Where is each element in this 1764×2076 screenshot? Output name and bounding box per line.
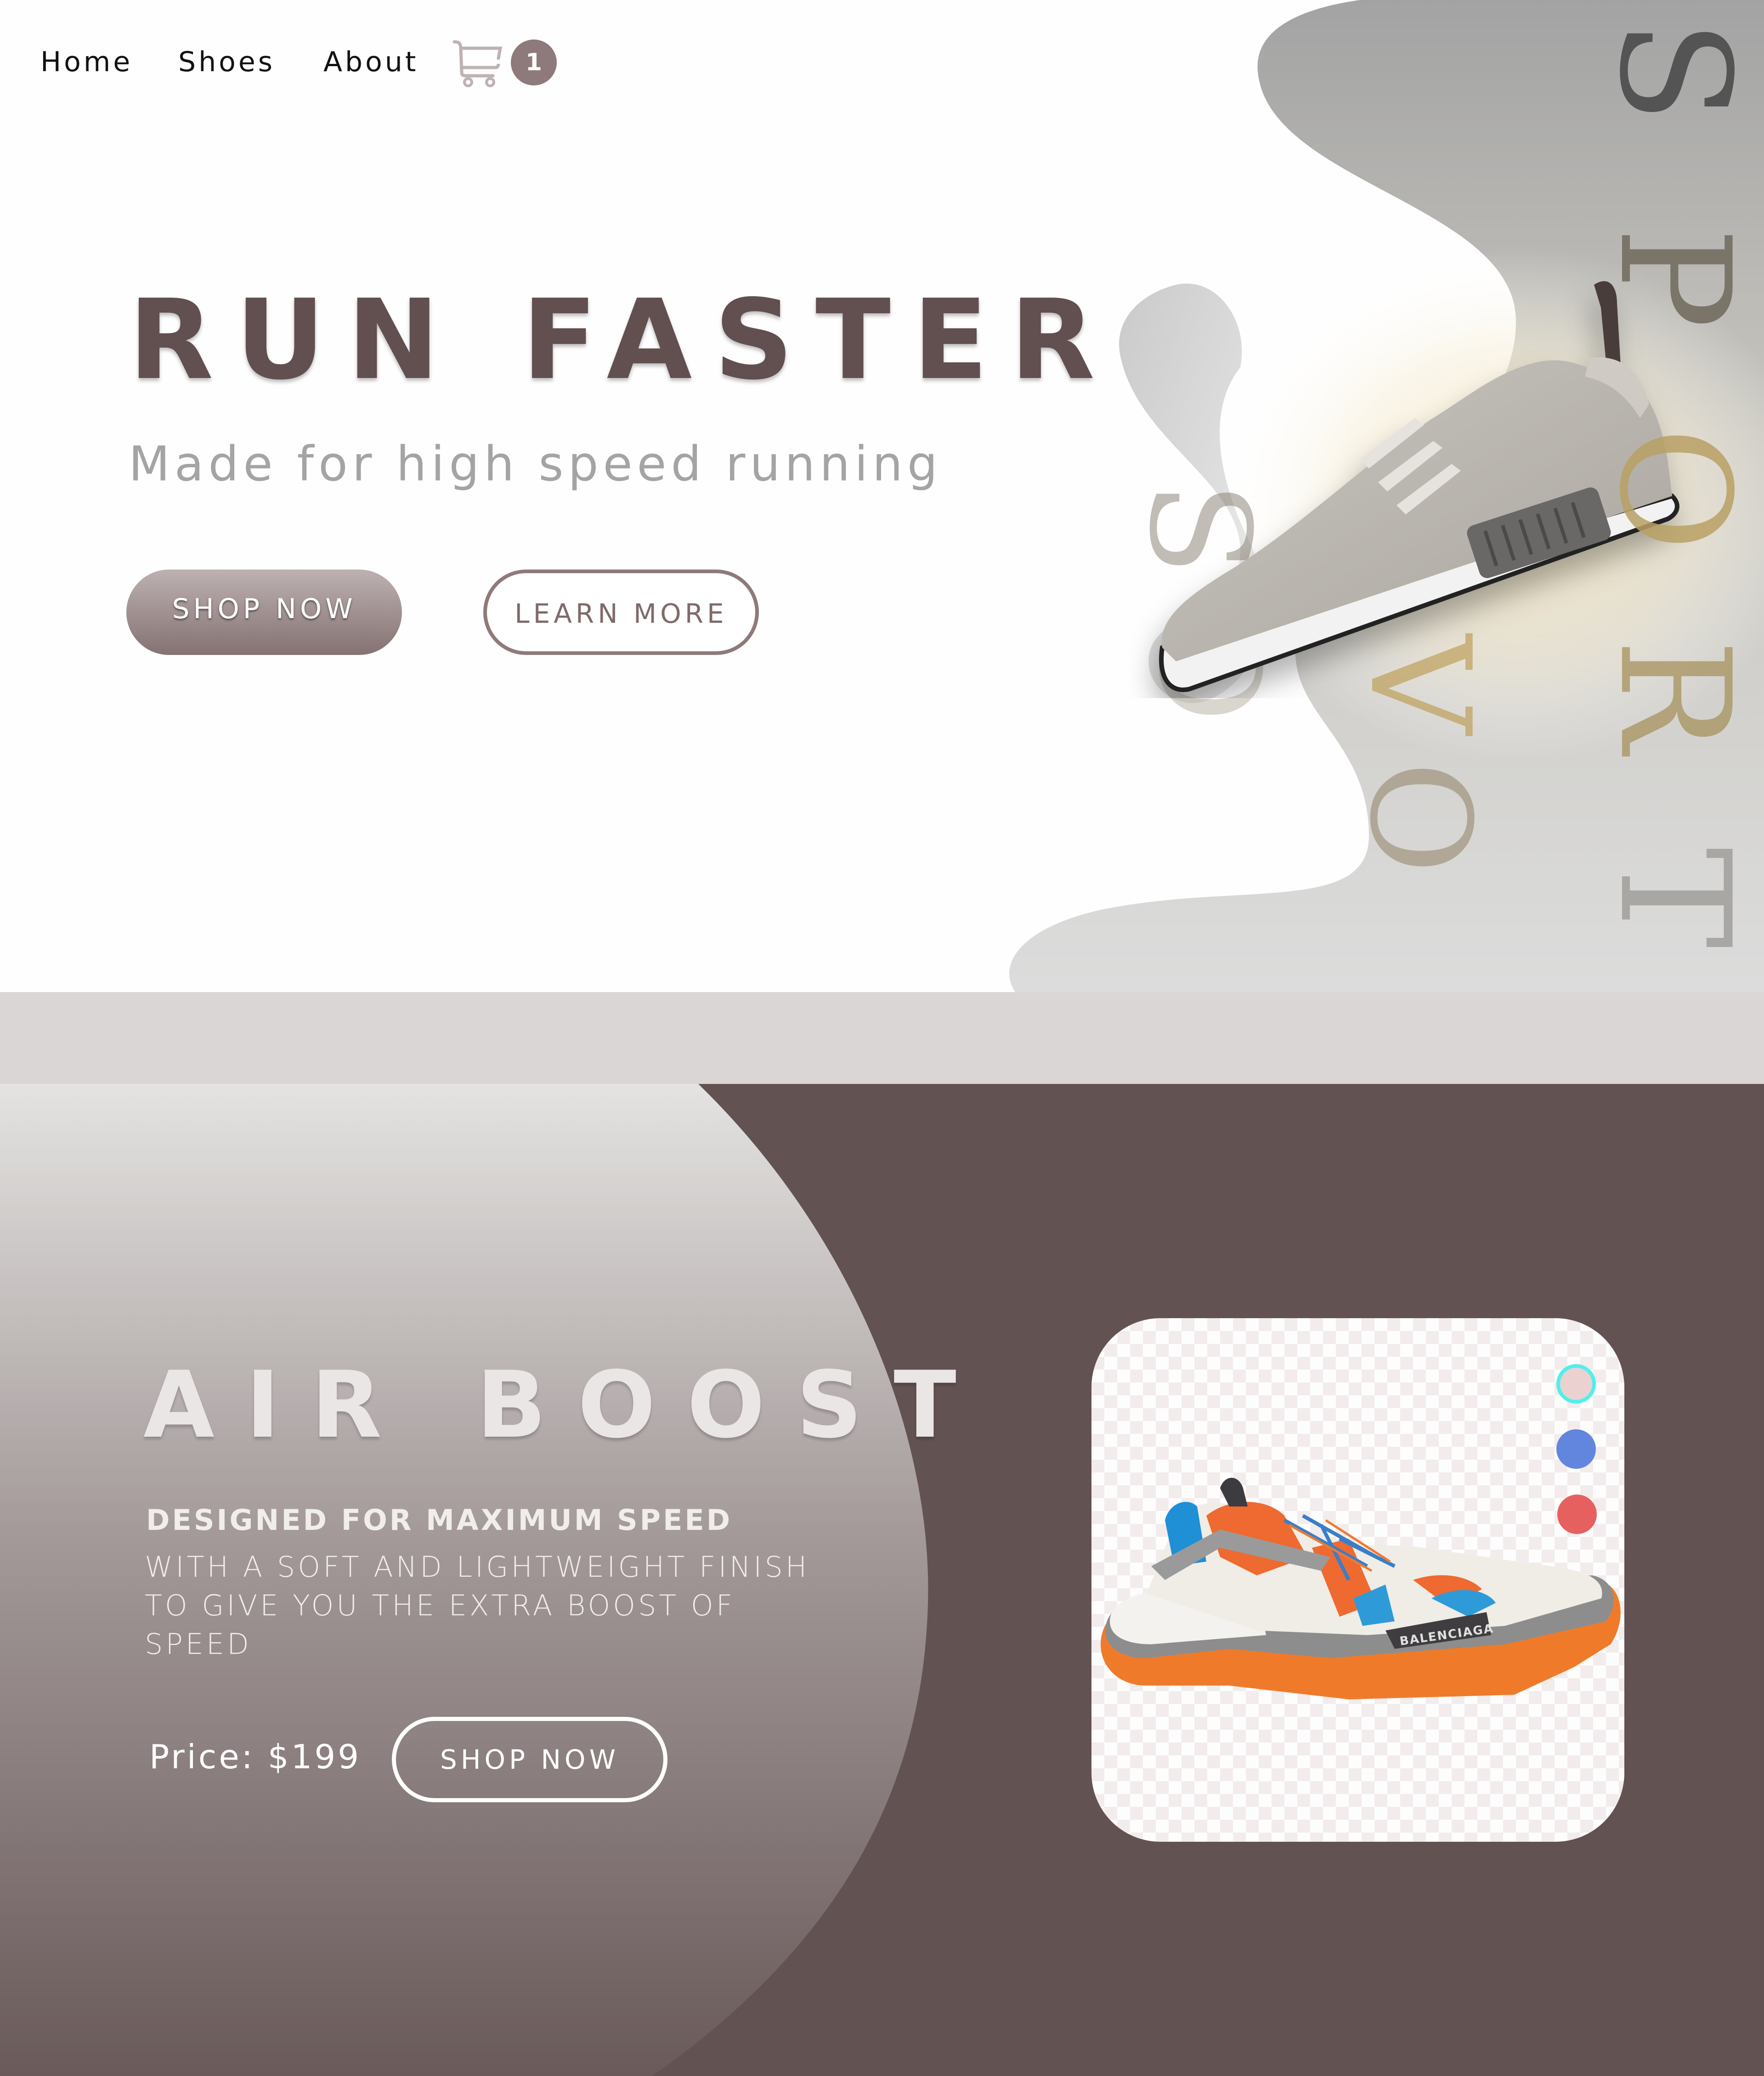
color-swatch-blue[interactable] xyxy=(1556,1429,1596,1469)
color-swatch-red[interactable] xyxy=(1557,1495,1597,1534)
air-boost-section: AIR BOOST DESIGNED FOR MAXIMUM SPEED WIT… xyxy=(0,1084,1764,2076)
boost-product-image: BALENCIAGA xyxy=(1101,1478,1621,1699)
boost-shop-now-button[interactable]: SHOP NOW xyxy=(392,1717,667,1802)
hero-title: RUN FASTER xyxy=(129,276,1117,404)
hero-subtitle: Made for high speed running xyxy=(129,436,942,492)
decor-letter: S xyxy=(1586,19,1763,124)
hero-shop-now-button[interactable]: SHOP NOW xyxy=(126,570,402,655)
boost-price: Price: $199 xyxy=(149,1738,362,1776)
decor-letter: P xyxy=(1586,226,1763,329)
section-divider-band xyxy=(0,992,1764,1084)
color-swatch-pink[interactable] xyxy=(1556,1364,1596,1404)
product-card: BALENCIAGA xyxy=(1091,1318,1624,1842)
boost-title: AIR BOOST xyxy=(143,1352,988,1459)
cart-count-badge[interactable]: 1 xyxy=(511,39,557,85)
boost-tagline: DESIGNED FOR MAXIMUM SPEED xyxy=(146,1503,733,1537)
decor-letter: R xyxy=(1586,638,1763,753)
boost-description: WITH A SOFT AND LIGHTWEIGHT FINISH TO GI… xyxy=(145,1550,810,1661)
decor-ghost-letter: O xyxy=(1340,761,1500,874)
shopping-cart-icon[interactable] xyxy=(452,39,503,87)
decor-letter: O xyxy=(1586,427,1763,552)
nav-shoes-link[interactable]: Shoes xyxy=(178,44,275,80)
hero-learn-more-button[interactable]: LEARN MORE xyxy=(483,570,759,655)
decor-letter: T xyxy=(1586,847,1763,949)
nav-home-link[interactable]: Home xyxy=(40,44,133,80)
hero-section: Home Shoes About 1 RUN FASTER Made for h… xyxy=(0,0,1764,992)
nav-about-link[interactable]: About xyxy=(323,44,418,80)
